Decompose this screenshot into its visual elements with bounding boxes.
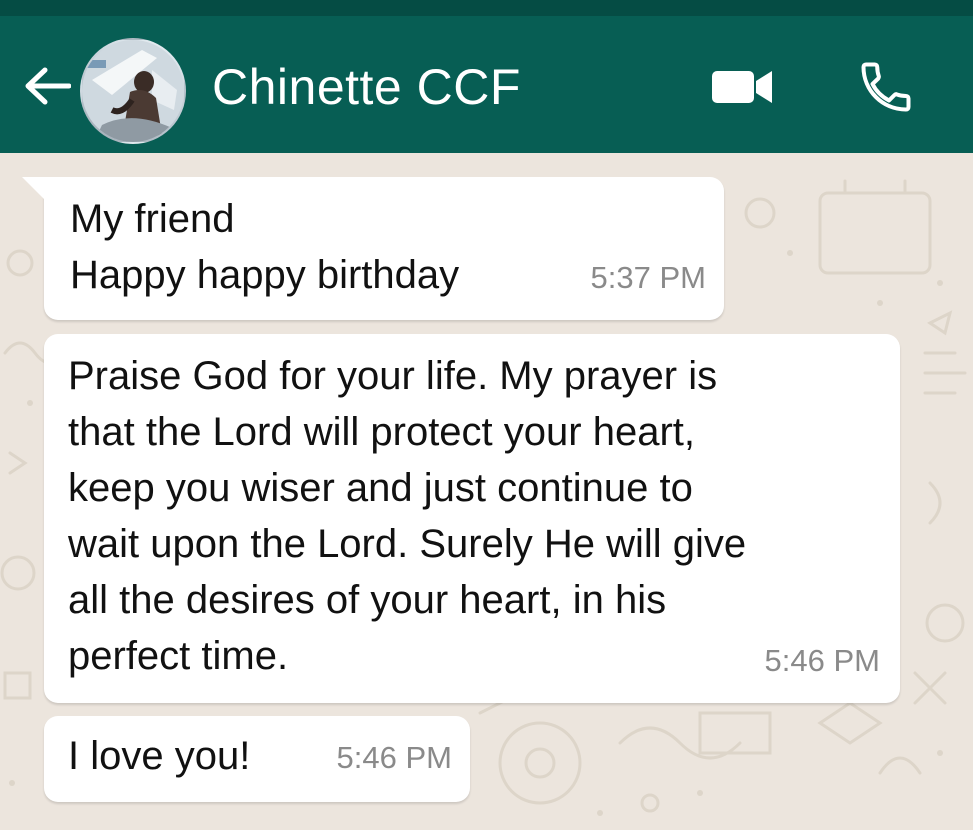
- video-call-button[interactable]: [706, 62, 778, 112]
- message-timestamp: 5:46 PM: [764, 643, 880, 678]
- phone-icon: [861, 62, 911, 112]
- avatar-photo: [82, 40, 184, 142]
- bubble-tail: [22, 177, 52, 207]
- back-button[interactable]: [22, 64, 72, 108]
- message-timestamp: 5:37 PM: [590, 260, 706, 295]
- contact-name[interactable]: Chinette CCF: [212, 58, 521, 116]
- voice-call-button[interactable]: [850, 55, 922, 119]
- video-camera-icon: [712, 71, 772, 103]
- message-timestamp: 5:46 PM: [336, 740, 452, 775]
- message-bubble[interactable]: My friend Happy happy birthday 5:37 PM: [22, 177, 724, 320]
- status-bar-strip: [0, 0, 973, 16]
- message-bubble[interactable]: Praise God for your life. My prayer is t…: [44, 334, 900, 703]
- chat-header: Chinette CCF: [0, 0, 973, 153]
- message-bubble[interactable]: I love you! 5:46 PM: [44, 716, 470, 802]
- chat-area[interactable]: My friend Happy happy birthday 5:37 PM P…: [0, 153, 973, 830]
- message-text: Praise God for your life. My prayer is t…: [68, 354, 747, 678]
- arrow-left-icon: [25, 67, 71, 105]
- contact-avatar[interactable]: [80, 38, 186, 144]
